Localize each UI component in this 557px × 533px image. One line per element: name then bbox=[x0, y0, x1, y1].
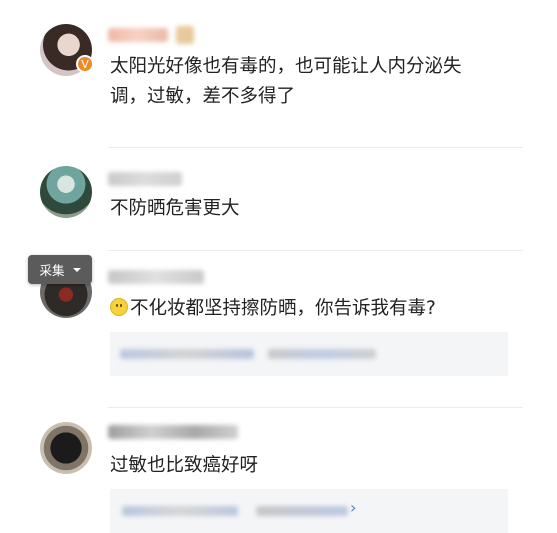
avatar[interactable] bbox=[40, 422, 92, 474]
comment-text: 过敏也比致癌好呀 bbox=[110, 455, 259, 476]
avatar[interactable] bbox=[40, 166, 92, 218]
comment-text-line-1: 太阳光好像也有毒的，也可能让人内分泌失 bbox=[110, 56, 462, 77]
username[interactable] bbox=[108, 172, 182, 186]
smile-emoji-icon bbox=[110, 298, 128, 316]
reply-preview-text bbox=[268, 349, 376, 359]
comment-text: 不化妆都坚持擦防晒，你告诉我有毒? bbox=[110, 294, 436, 324]
reply-preview-text bbox=[256, 506, 348, 516]
vip-badge-icon: V bbox=[76, 55, 94, 73]
divider bbox=[108, 407, 523, 408]
reply-preview[interactable] bbox=[110, 332, 508, 376]
chevron-down-icon bbox=[72, 267, 81, 272]
divider bbox=[108, 250, 523, 251]
collect-label: 采集 bbox=[39, 263, 65, 278]
reply-preview-text bbox=[122, 506, 238, 516]
collect-button[interactable]: 采集 bbox=[28, 255, 92, 284]
comment-text: 不防晒危害更大 bbox=[110, 198, 240, 219]
reply-preview[interactable]: › bbox=[110, 489, 508, 533]
username[interactable] bbox=[108, 425, 238, 439]
username[interactable] bbox=[108, 28, 168, 42]
divider bbox=[108, 147, 523, 148]
comment-text-line-2: 调，过敏，差不多得了 bbox=[110, 86, 296, 107]
username[interactable] bbox=[108, 270, 204, 284]
username-tail bbox=[176, 26, 194, 44]
reply-preview-text bbox=[120, 349, 254, 359]
chevron-right-icon[interactable]: › bbox=[350, 498, 356, 517]
